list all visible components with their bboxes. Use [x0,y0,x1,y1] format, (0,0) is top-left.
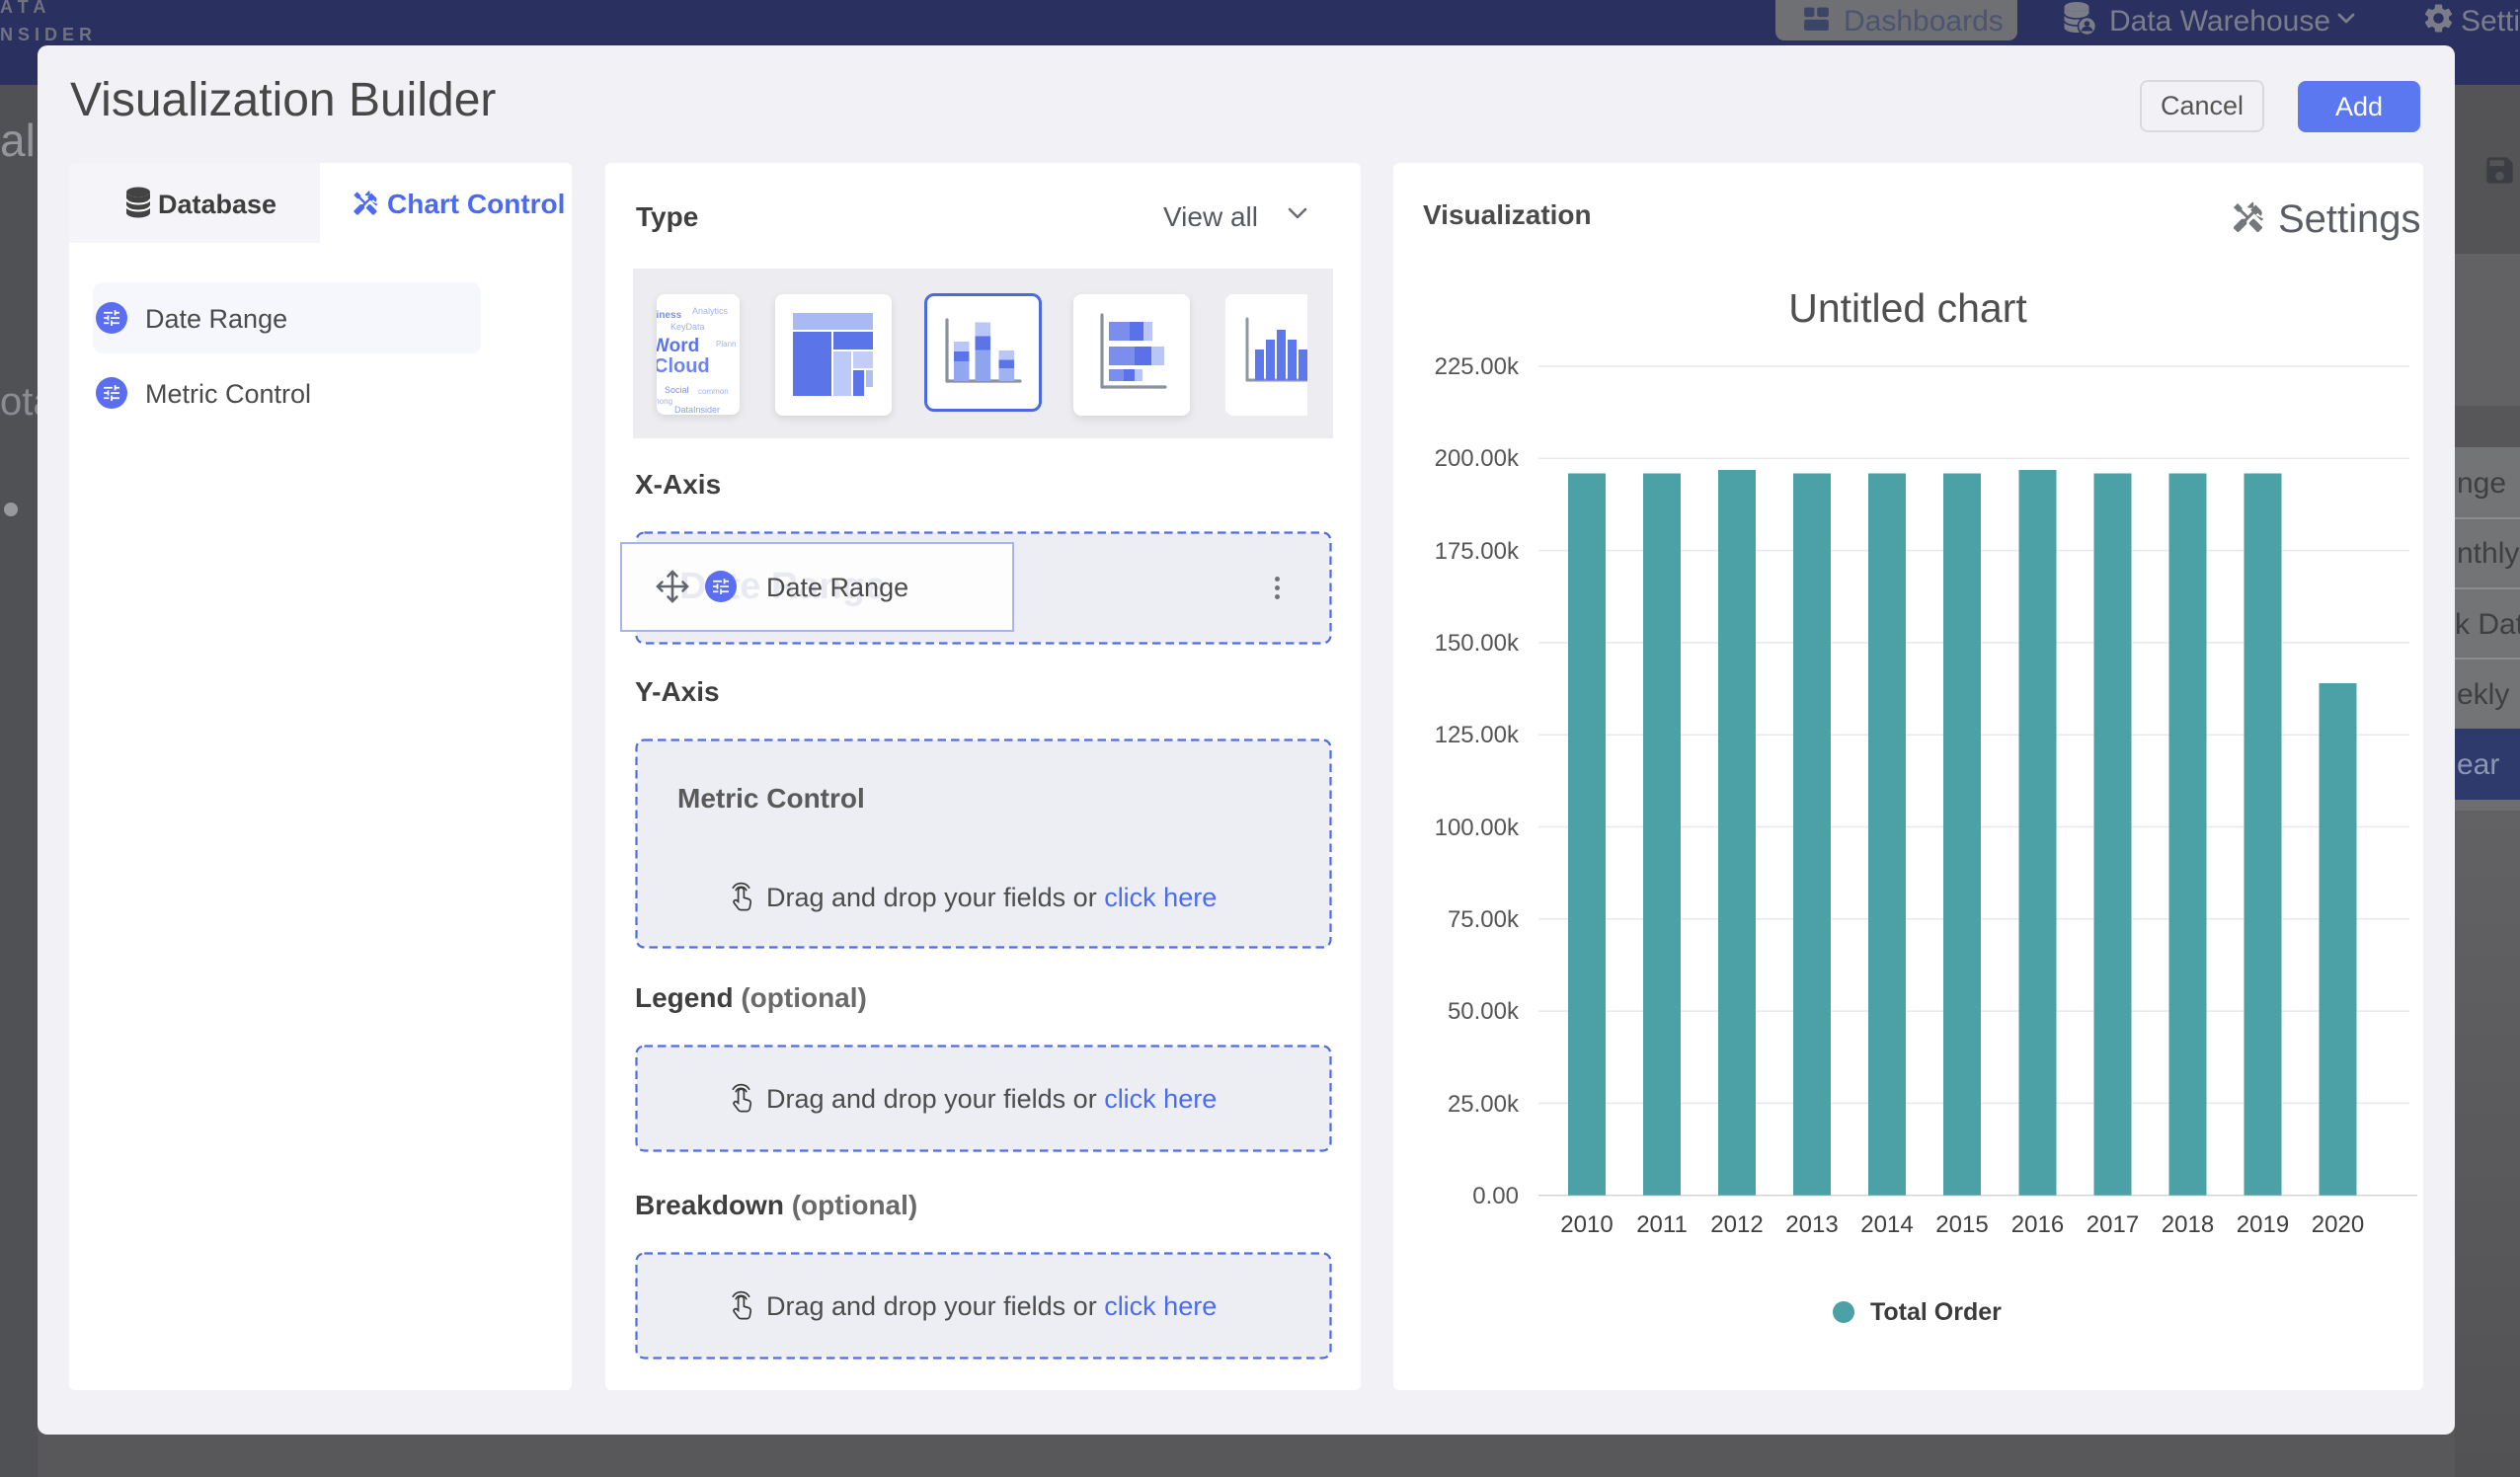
svg-text:150.00k: 150.00k [1435,630,1520,657]
svg-text:75.00k: 75.00k [1448,906,1520,933]
svg-text:2010: 2010 [1560,1211,1613,1238]
svg-text:25.00k: 25.00k [1448,1091,1520,1118]
svg-text:Untitled chart: Untitled chart [1788,285,2027,331]
svg-text:200.00k: 200.00k [1435,445,1520,472]
svg-text:2012: 2012 [1710,1211,1763,1238]
svg-text:2019: 2019 [2237,1211,2289,1238]
svg-text:2011: 2011 [1636,1211,1688,1238]
svg-text:Total Order: Total Order [1870,1298,2002,1326]
svg-text:50.00k: 50.00k [1448,998,1520,1025]
svg-text:2020: 2020 [2312,1211,2364,1238]
svg-text:2016: 2016 [2011,1211,2064,1238]
svg-text:2018: 2018 [2162,1211,2214,1238]
svg-text:2014: 2014 [1860,1211,1913,1238]
svg-text:100.00k: 100.00k [1435,815,1520,841]
svg-text:125.00k: 125.00k [1435,722,1520,748]
svg-text:2013: 2013 [1785,1211,1838,1238]
svg-text:2015: 2015 [1935,1211,1988,1238]
svg-text:0.00: 0.00 [1472,1183,1519,1209]
svg-text:225.00k: 225.00k [1435,353,1520,380]
svg-text:175.00k: 175.00k [1435,538,1520,565]
svg-text:2017: 2017 [2087,1211,2139,1238]
